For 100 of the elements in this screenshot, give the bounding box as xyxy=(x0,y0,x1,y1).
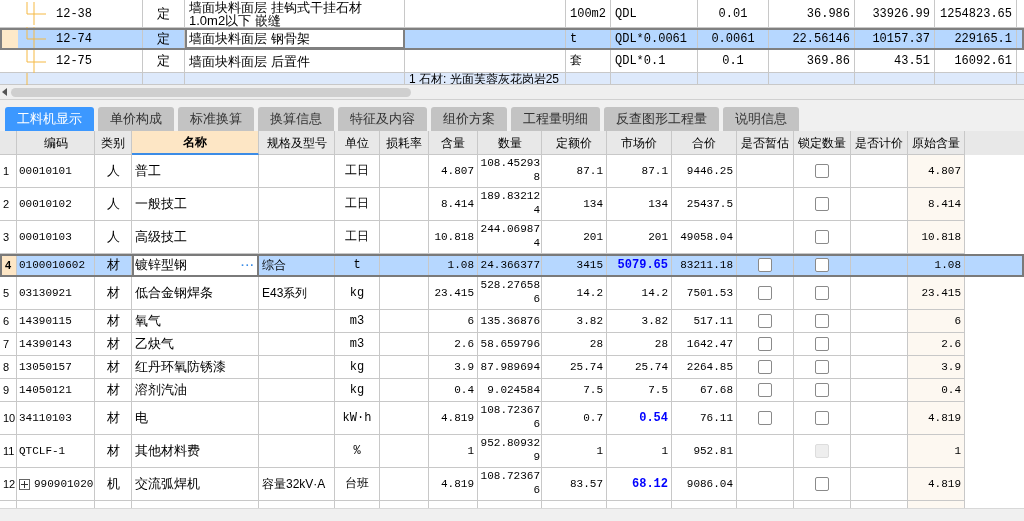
table-cell: 0.01 xyxy=(698,0,769,27)
checkbox[interactable] xyxy=(815,286,829,300)
table-cell: 1 xyxy=(429,435,478,468)
table-cell: % xyxy=(335,435,380,468)
column-header[interactable]: 合价 xyxy=(672,131,737,155)
tab[interactable]: 工程量明细 xyxy=(511,107,600,131)
tab[interactable]: 单价构成 xyxy=(98,107,174,131)
checkbox[interactable] xyxy=(815,230,829,244)
market-price: 87.1 xyxy=(641,163,668,179)
table-cell: 10157.37 xyxy=(855,28,935,49)
resource-name: 氧气 xyxy=(135,312,161,331)
table-cell: 43.51 xyxy=(855,50,935,72)
tab[interactable]: 标准换算 xyxy=(178,107,254,131)
table-cell: 容量32kV·A xyxy=(259,468,335,501)
table-cell: 16092.61 xyxy=(935,50,1017,72)
checkbox[interactable] xyxy=(815,411,829,425)
resource-name: 普工 xyxy=(135,162,161,181)
table-cell: 8.414 xyxy=(908,188,965,221)
expand-icon[interactable] xyxy=(19,478,30,490)
table-cell: m3 xyxy=(335,310,380,333)
checkbox[interactable] xyxy=(815,258,829,272)
resource-code: 14050121 xyxy=(19,382,72,398)
table-cell xyxy=(380,468,429,501)
resource-code: 13050157 xyxy=(19,359,72,375)
scroll-left-icon[interactable] xyxy=(2,88,7,96)
table-cell: 10.818 xyxy=(908,221,965,254)
table-cell: 7.5 xyxy=(542,379,607,402)
tab[interactable]: 换算信息 xyxy=(258,107,334,131)
table-cell: 0.7 xyxy=(542,402,607,435)
column-header[interactable]: 含量 xyxy=(429,131,478,155)
tab[interactable]: 说明信息 xyxy=(723,107,799,131)
column-header[interactable]: 数量 xyxy=(478,131,542,155)
column-header[interactable]: 编码 xyxy=(17,131,95,155)
header-corner xyxy=(0,131,17,155)
checkbox[interactable] xyxy=(758,360,772,374)
checkbox[interactable] xyxy=(758,383,772,397)
tab[interactable]: 反查图形工程量 xyxy=(604,107,719,131)
checkbox[interactable] xyxy=(815,164,829,178)
table-cell: 108.723676 xyxy=(478,402,542,435)
table-cell: 0.4 xyxy=(908,379,965,402)
resource-name: 交流弧焊机 xyxy=(135,475,200,494)
table-cell xyxy=(380,188,429,221)
table-cell: 8.414 xyxy=(429,188,478,221)
column-header[interactable]: 是否计价 xyxy=(851,131,908,155)
checkbox[interactable] xyxy=(815,197,829,211)
horizontal-scrollbar[interactable] xyxy=(0,85,1024,100)
column-header[interactable]: 定额价 xyxy=(542,131,607,155)
row-number: 1 xyxy=(0,155,17,188)
item-name: 墙面块料面层 后置件 xyxy=(185,50,405,72)
table-cell xyxy=(380,402,429,435)
row-number: 10 xyxy=(0,402,17,435)
column-header[interactable]: 锁定数量 xyxy=(794,131,851,155)
selected-row[interactable]: 4 0100010602 材 镀锌型钢 ··· 综合 t 1.08 24.366377 3415 5079.65 83211.18 1.08 xyxy=(0,254,1024,277)
checkbox[interactable] xyxy=(815,477,829,491)
table-cell: 952.81 xyxy=(672,435,737,468)
table-cell: 24.366377 xyxy=(478,254,542,277)
table-cell xyxy=(380,379,429,402)
table-cell: 材 xyxy=(95,310,132,333)
table-cell: 材 xyxy=(95,333,132,356)
table-cell: 36.986 xyxy=(769,0,855,27)
checkbox[interactable] xyxy=(758,411,772,425)
tab[interactable]: 组价方案 xyxy=(431,107,507,131)
checkbox[interactable] xyxy=(815,314,829,328)
checkbox[interactable] xyxy=(815,383,829,397)
table-cell: 189.832124 xyxy=(478,188,542,221)
checkbox[interactable] xyxy=(815,360,829,374)
checkbox[interactable] xyxy=(758,258,772,272)
checkbox[interactable] xyxy=(758,337,772,351)
table-cell: 2264.85 xyxy=(672,356,737,379)
column-header[interactable]: 名称 xyxy=(132,131,259,155)
resource-code: 0100010602 xyxy=(19,257,85,273)
column-header[interactable]: 是否暂估 xyxy=(737,131,794,155)
table-cell: 83.57 xyxy=(542,468,607,501)
resource-name: 镀锌型钢 xyxy=(135,256,187,275)
table-cell: 1 xyxy=(542,435,607,468)
table-cell: 定 xyxy=(143,50,185,72)
table-cell: 4.807 xyxy=(908,155,965,188)
column-header[interactable]: 市场价 xyxy=(607,131,672,155)
row-number: 6 xyxy=(0,310,17,333)
table-cell: 定 xyxy=(143,0,185,27)
table-cell: 67.68 xyxy=(672,379,737,402)
resource-code: 14390143 xyxy=(19,336,72,352)
checkbox[interactable] xyxy=(758,314,772,328)
selected-row[interactable]: 12-74 定 墙面块料面层 钢骨架 t QDL*0.0061 0.0061 22.56146 10157.37 229165.1 xyxy=(0,28,1024,50)
row-number: 4 xyxy=(0,254,17,277)
checkbox[interactable] xyxy=(815,337,829,351)
checkbox[interactable] xyxy=(758,286,772,300)
table-cell: 100m2 xyxy=(566,0,611,27)
resource-name: 红丹环氧防锈漆 xyxy=(135,358,226,377)
table-cell: 58.659796 xyxy=(478,333,542,356)
column-header[interactable]: 规格及型号 xyxy=(259,131,335,155)
scrollbar-thumb[interactable] xyxy=(11,87,411,97)
row-marker[interactable] xyxy=(0,28,18,49)
column-header[interactable]: 单位 xyxy=(335,131,380,155)
table-cell: 4.819 xyxy=(429,402,478,435)
tab[interactable]: 特征及内容 xyxy=(338,107,427,131)
table-cell: 83211.18 xyxy=(672,254,737,277)
column-header[interactable]: 损耗率 xyxy=(380,131,429,155)
table-cell: t xyxy=(335,254,380,277)
table-cell: 3.9 xyxy=(908,356,965,379)
